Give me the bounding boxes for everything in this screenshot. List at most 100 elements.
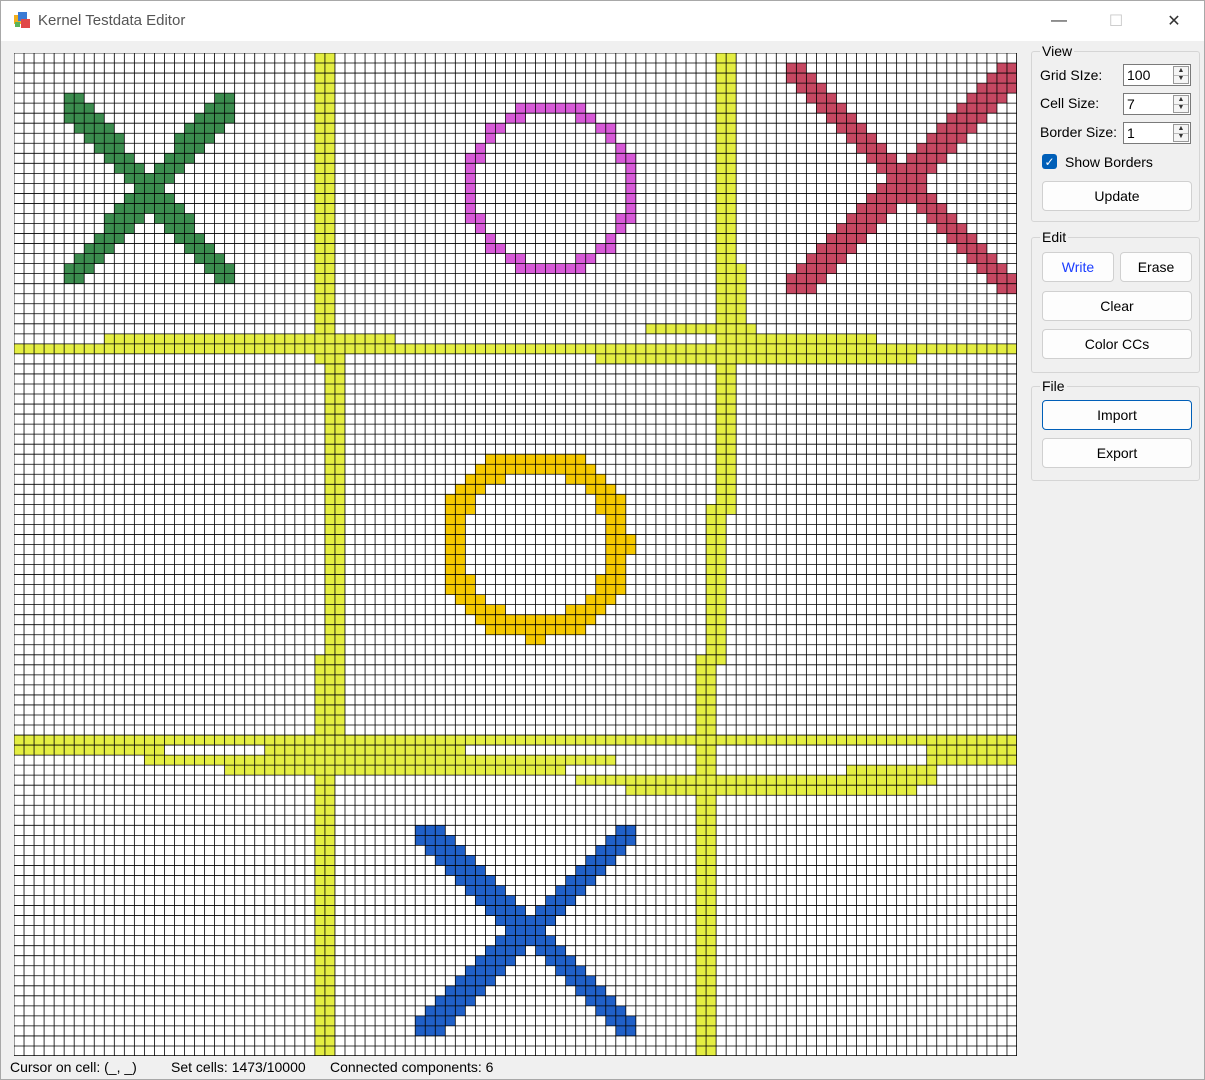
grid-cell[interactable] — [595, 735, 606, 746]
grid-cell[interactable] — [164, 173, 175, 184]
grid-cell[interactable] — [615, 143, 626, 154]
grid-cell[interactable] — [706, 704, 717, 715]
grid-cell[interactable] — [836, 785, 847, 796]
grid-cell[interactable] — [415, 1025, 426, 1036]
grid-cell[interactable] — [585, 855, 596, 866]
grid-cell[interactable] — [706, 353, 717, 364]
grid-cell[interactable] — [856, 775, 867, 786]
grid-cell[interactable] — [475, 985, 486, 996]
grid-cell[interactable] — [535, 945, 546, 956]
grid-cell[interactable] — [866, 775, 877, 786]
grid-cell[interactable] — [716, 363, 727, 374]
grid-cell[interactable] — [114, 213, 125, 224]
grid-cell[interactable] — [515, 103, 526, 114]
grid-cell[interactable] — [234, 765, 245, 776]
grid-cell[interactable] — [324, 353, 335, 364]
grid-cell[interactable] — [334, 434, 345, 445]
grid-cell[interactable] — [746, 343, 757, 354]
grid-cell[interactable] — [455, 524, 466, 535]
grid-cell[interactable] — [214, 755, 225, 766]
grid-cell[interactable] — [736, 313, 747, 324]
grid-cell[interactable] — [966, 123, 977, 134]
grid-cell[interactable] — [314, 845, 325, 856]
grid-cell[interactable] — [976, 735, 987, 746]
grid-cell[interactable] — [284, 765, 295, 776]
grid-cell[interactable] — [304, 745, 315, 756]
grid-cell[interactable] — [154, 745, 165, 756]
grid-cell[interactable] — [485, 895, 496, 906]
grid-cell[interactable] — [334, 654, 345, 665]
grid-cell[interactable] — [214, 103, 225, 114]
grid-cell[interactable] — [334, 504, 345, 515]
grid-cell[interactable] — [926, 213, 937, 224]
grid-cell[interactable] — [475, 474, 486, 485]
grid-cell[interactable] — [314, 985, 325, 996]
grid-cell[interactable] — [334, 745, 345, 756]
grid-cell[interactable] — [696, 845, 707, 856]
grid-cell[interactable] — [886, 735, 897, 746]
grid-cell[interactable] — [726, 253, 737, 264]
grid-cell[interactable] — [475, 755, 486, 766]
grid-cell[interactable] — [455, 975, 466, 986]
grid-cell[interactable] — [706, 805, 717, 816]
grid-cell[interactable] — [455, 765, 466, 776]
grid-cell[interactable] — [956, 123, 967, 134]
grid-cell[interactable] — [726, 494, 737, 505]
grid-cell[interactable] — [615, 554, 626, 565]
grid-cell[interactable] — [324, 514, 335, 525]
grid-cell[interactable] — [816, 103, 827, 114]
grid-cell[interactable] — [314, 1045, 325, 1056]
grid-cell[interactable] — [184, 213, 195, 224]
grid-cell[interactable] — [555, 263, 566, 274]
grid-cell[interactable] — [334, 494, 345, 505]
grid-cell[interactable] — [495, 243, 506, 254]
grid-cell[interactable] — [224, 103, 235, 114]
grid-cell[interactable] — [324, 765, 335, 776]
grid-cell[interactable] — [986, 73, 997, 84]
grid-cell[interactable] — [425, 825, 436, 836]
grid-cell[interactable] — [104, 123, 115, 134]
grid-cell[interactable] — [334, 353, 345, 364]
grid-cell[interactable] — [455, 584, 466, 595]
grid-cell[interactable] — [1006, 273, 1017, 284]
grid-cell[interactable] — [144, 333, 155, 344]
grid-cell[interactable] — [84, 133, 95, 144]
grid-cell[interactable] — [605, 133, 616, 144]
grid-cell[interactable] — [324, 404, 335, 415]
grid-cell[interactable] — [475, 464, 486, 475]
grid-cell[interactable] — [836, 333, 847, 344]
grid-cell[interactable] — [565, 955, 576, 966]
grid-cell[interactable] — [716, 634, 727, 645]
grid-cell[interactable] — [324, 945, 335, 956]
grid-cell[interactable] — [214, 343, 225, 354]
grid-cell[interactable] — [124, 193, 135, 204]
grid-cell[interactable] — [726, 243, 737, 254]
grid-cell[interactable] — [324, 103, 335, 114]
grid-cell[interactable] — [164, 343, 175, 354]
grid-cell[interactable] — [324, 343, 335, 354]
grid-cell[interactable] — [54, 745, 65, 756]
grid-cell[interactable] — [635, 343, 646, 354]
grid-cell[interactable] — [946, 735, 957, 746]
grid-cell[interactable] — [304, 755, 315, 766]
grid-cell[interactable] — [966, 233, 977, 244]
grid-cell[interactable] — [545, 955, 556, 966]
grid-cell[interactable] — [334, 554, 345, 565]
grid-cell[interactable] — [324, 674, 335, 685]
grid-cell[interactable] — [465, 985, 476, 996]
grid-cell[interactable] — [314, 765, 325, 776]
grid-cell[interactable] — [164, 755, 175, 766]
grid-cell[interactable] — [555, 343, 566, 354]
grid-cell[interactable] — [595, 474, 606, 485]
grid-cell[interactable] — [445, 514, 456, 525]
grid-cell[interactable] — [274, 745, 285, 756]
grid-cell[interactable] — [706, 574, 717, 585]
grid-cell[interactable] — [515, 614, 526, 625]
grid-cell[interactable] — [886, 343, 897, 354]
grid-cell[interactable] — [706, 634, 717, 645]
grid-cell[interactable] — [114, 343, 125, 354]
grid-cell[interactable] — [314, 704, 325, 715]
grid-cell[interactable] — [74, 735, 85, 746]
grid-cell[interactable] — [324, 694, 335, 705]
grid-cell[interactable] — [716, 293, 727, 304]
